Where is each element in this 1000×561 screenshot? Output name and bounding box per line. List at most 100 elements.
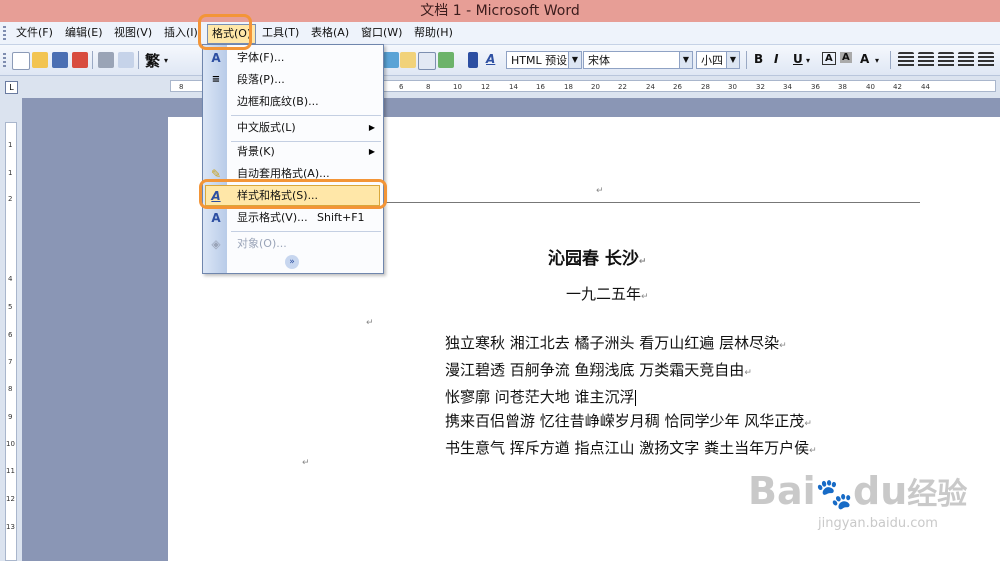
save-icon[interactable]: [52, 52, 68, 68]
toolbar-separator: [92, 51, 93, 69]
poem-body[interactable]: 独立寒秋 湘江北去 橘子洲头 看万山红遍 层林尽染↵ 漫江碧透 百舸争流 鱼翔浅…: [445, 331, 817, 463]
tables-borders-icon[interactable]: [400, 52, 416, 68]
ruler-tick: 30: [728, 83, 737, 91]
menu-item-reveal-formatting[interactable]: 显示格式(V)...: [237, 209, 308, 227]
ruler-tick: 7: [8, 358, 13, 366]
distributed-align-icon[interactable]: [958, 52, 974, 68]
watermark-brand: Bai: [748, 469, 816, 513]
toolbar-options-icon[interactable]: [468, 52, 478, 68]
paragraph-mark: ↵: [302, 458, 310, 468]
font-size-combo[interactable]: 小四 ▼: [696, 51, 740, 69]
insert-table-icon[interactable]: [418, 52, 436, 70]
dropdown-arrow-icon[interactable]: ▾: [806, 56, 810, 65]
title-text: 沁园春 长沙: [548, 249, 639, 269]
ruler-tick: 1: [8, 169, 13, 177]
ruler-tick: 32: [756, 83, 765, 91]
ruler-tick: 38: [838, 83, 847, 91]
menu-item-asian-layout[interactable]: 中文版式(L): [237, 119, 296, 137]
submenu-arrow-icon: ▶: [368, 147, 375, 156]
menu-insert[interactable]: 插入(I): [160, 24, 202, 42]
tab-selector-icon[interactable]: L: [5, 81, 18, 94]
poem-line-2[interactable]: 漫江碧透 百舸争流 鱼翔浅底 万类霜天竞自由↵: [445, 358, 817, 385]
window-title-bar: 文档 1 - Microsoft Word: [0, 0, 1000, 22]
menu-item-background[interactable]: 背景(K): [237, 143, 275, 161]
menu-tools[interactable]: 工具(T): [258, 24, 303, 42]
menu-item-object[interactable]: 对象(O)...: [237, 235, 287, 253]
font-combo-value: 宋体: [588, 54, 610, 67]
permission-icon[interactable]: [72, 52, 88, 68]
styles-item-highlight-ring: [199, 179, 387, 209]
menu-item-font[interactable]: 字体(F)...: [237, 49, 284, 67]
line-text: 漫江碧透 百舸争流 鱼翔浅底 万类霜天竞自由: [445, 361, 745, 379]
ruler-tick: 20: [591, 83, 600, 91]
style-combo[interactable]: HTML 预设 ▼: [506, 51, 582, 69]
paragraph-icon: ≡: [211, 74, 221, 85]
hyperlink-icon[interactable]: [383, 52, 399, 68]
double-chevron-down-icon[interactable]: »: [285, 255, 299, 269]
bold-button[interactable]: B: [754, 52, 763, 66]
align-center-icon[interactable]: [918, 52, 934, 68]
ruler-tick: 8: [8, 385, 13, 393]
menu-view[interactable]: 视图(V): [110, 24, 156, 42]
ruler-tick: 14: [509, 83, 518, 91]
font-combo[interactable]: 宋体 ▼: [583, 51, 693, 69]
poem-line-1[interactable]: 独立寒秋 湘江北去 橘子洲头 看万山红遍 层林尽染↵: [445, 331, 817, 358]
traditional-chinese-button[interactable]: 繁: [145, 50, 160, 71]
poem-line-3[interactable]: 怅寥廓 问苍茫大地 谁主沉浮: [445, 385, 817, 409]
toolbar-grip[interactable]: [3, 53, 6, 67]
ruler-tick: 12: [6, 495, 15, 503]
chevron-down-icon[interactable]: ▼: [568, 52, 581, 68]
reveal-formatting-shortcut: Shift+F1: [317, 211, 365, 224]
print-preview-icon[interactable]: [118, 52, 134, 68]
ruler-tick: 22: [618, 83, 627, 91]
styles-formatting-icon[interactable]: A: [486, 52, 495, 66]
menu-edit[interactable]: 编辑(E): [61, 24, 107, 42]
ruler-tick: 11: [6, 467, 15, 475]
character-border-button[interactable]: A: [822, 52, 836, 65]
align-justify-icon[interactable]: [898, 52, 914, 68]
italic-button[interactable]: I: [774, 52, 778, 66]
watermark-url: jingyan.baidu.com: [818, 516, 938, 531]
ruler-tick: 10: [6, 440, 15, 448]
line-spacing-icon[interactable]: [978, 52, 994, 68]
ruler-tick: 36: [811, 83, 820, 91]
poem-line-4[interactable]: 携来百侣曾游 忆往昔峥嵘岁月稠 恰同学少年 风华正茂↵: [445, 409, 817, 436]
paragraph-mark: ↵: [779, 341, 787, 351]
style-combo-value: HTML 预设: [511, 54, 568, 67]
insert-excel-icon[interactable]: [438, 52, 454, 68]
menubar-grip[interactable]: [3, 26, 6, 40]
chevron-down-icon[interactable]: ▼: [679, 52, 692, 68]
font-size-value: 小四: [701, 54, 723, 67]
ruler-tick: 10: [453, 83, 462, 91]
submenu-arrow-icon: ▶: [368, 123, 375, 132]
character-scaling-icon[interactable]: A: [860, 52, 869, 66]
character-shading-button[interactable]: A: [840, 52, 852, 63]
dropdown-arrow-icon[interactable]: ▾: [164, 56, 168, 65]
menu-help[interactable]: 帮助(H): [410, 24, 457, 42]
ruler-tick: 8: [426, 83, 431, 91]
ruler-tick: 42: [893, 83, 902, 91]
line-text: 书生意气 挥斥方遒 指点江山 激扬文字 粪土当年万户侯: [445, 439, 810, 457]
underline-button[interactable]: U: [793, 52, 803, 66]
open-folder-icon[interactable]: [32, 52, 48, 68]
ruler-tick: 28: [701, 83, 710, 91]
chevron-down-icon[interactable]: ▼: [726, 52, 739, 68]
window-title: 文档 1 - Microsoft Word: [420, 3, 580, 19]
poem-line-5[interactable]: 书生意气 挥斥方遒 指点江山 激扬文字 粪土当年万户侯↵: [445, 436, 817, 463]
menu-item-paragraph[interactable]: 段落(P)...: [237, 71, 285, 89]
ruler-tick: 5: [8, 303, 13, 311]
document-title[interactable]: 沁园春 长沙↵: [548, 244, 646, 269]
paragraph-mark: ↵: [366, 318, 374, 328]
menu-window[interactable]: 窗口(W): [357, 24, 406, 42]
new-document-icon[interactable]: [12, 52, 30, 70]
print-icon[interactable]: [98, 52, 114, 68]
date-text: 一九二五年: [566, 285, 642, 303]
menu-separator: [231, 231, 381, 232]
menu-table[interactable]: 表格(A): [307, 24, 353, 42]
menu-file[interactable]: 文件(F): [12, 24, 57, 42]
font-icon: A: [211, 51, 221, 65]
align-right-icon[interactable]: [938, 52, 954, 68]
document-date[interactable]: 一九二五年↵: [566, 283, 649, 304]
dropdown-arrow-icon[interactable]: ▾: [875, 56, 879, 65]
menu-item-borders-shading[interactable]: 边框和底纹(B)...: [237, 93, 319, 111]
